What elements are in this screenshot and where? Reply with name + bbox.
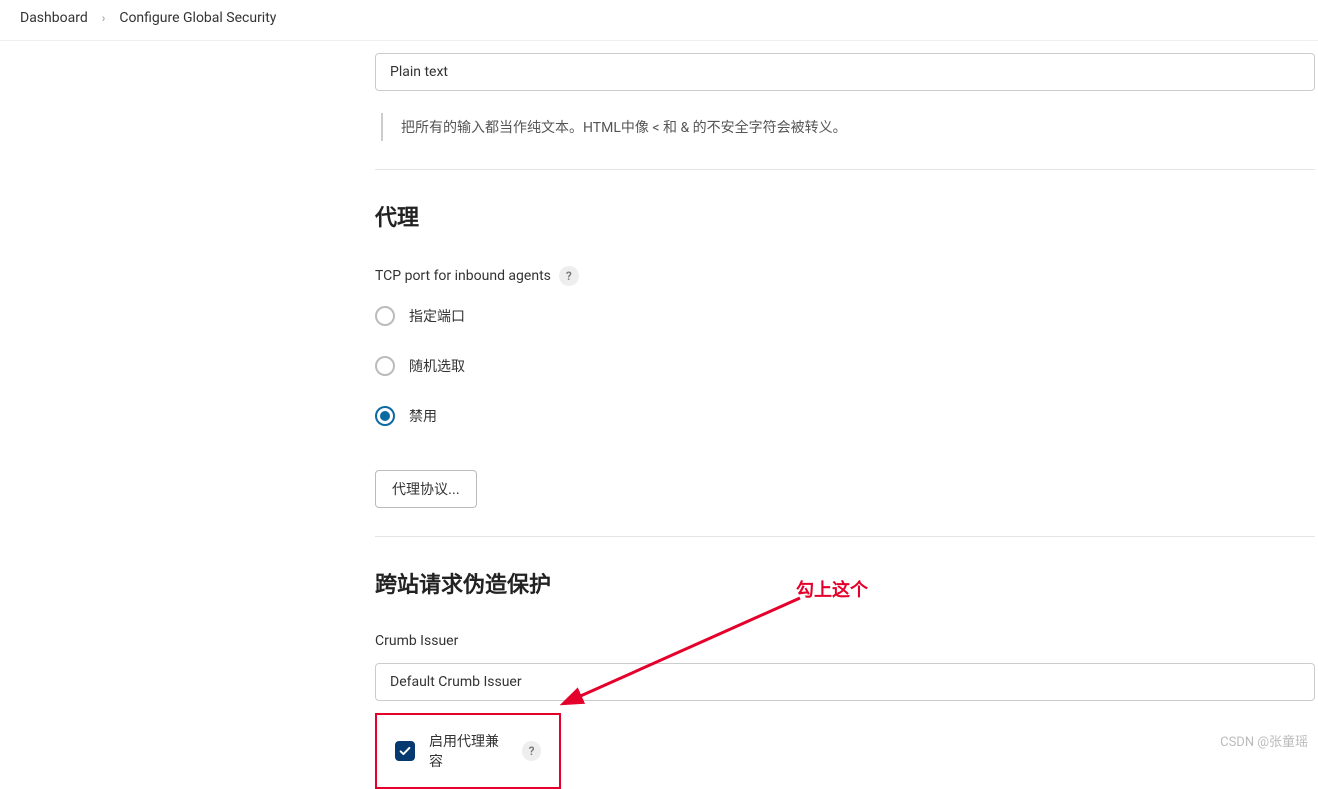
proxy-compat-label: 启用代理兼容 [429,731,508,771]
radio-icon [375,306,395,326]
tcp-port-label-text: TCP port for inbound agents [375,268,551,284]
breadcrumb-dashboard[interactable]: Dashboard [20,10,88,26]
radio-icon [375,406,395,426]
radio-disabled-port[interactable]: 禁用 [375,406,1318,426]
crumb-issuer-select[interactable]: Default Crumb Issuer [375,663,1315,701]
markup-formatter-help: 把所有的输入都当作纯文本。HTML中像 < 和 & 的不安全字符会被转义。 [381,113,1301,141]
markup-formatter-select[interactable]: Plain text [375,53,1315,91]
agents-section-title: 代理 [375,200,1318,232]
radio-label: 指定端口 [409,306,465,326]
proxy-compat-row[interactable]: 启用代理兼容 ? [377,715,559,787]
agent-protocol-button[interactable]: 代理协议... [375,470,477,508]
radio-fixed-port[interactable]: 指定端口 [375,306,1318,326]
proxy-compat-checkbox[interactable] [395,741,415,761]
divider [375,169,1315,170]
radio-icon [375,356,395,376]
divider [375,536,1315,537]
help-icon[interactable]: ? [522,741,541,761]
crumb-issuer-label: Crumb Issuer [375,633,1318,649]
radio-label: 禁用 [409,406,437,426]
breadcrumb: Dashboard › Configure Global Security [0,0,1318,41]
tcp-port-label: TCP port for inbound agents ? [375,266,579,286]
chevron-right-icon: › [102,11,106,25]
annotation-highlight-box: 启用代理兼容 ? [375,713,561,789]
radio-label: 随机选取 [409,356,465,376]
main-content: Plain text 把所有的输入都当作纯文本。HTML中像 < 和 & 的不安… [375,41,1318,789]
radio-random-port[interactable]: 随机选取 [375,356,1318,376]
breadcrumb-current[interactable]: Configure Global Security [119,10,276,26]
annotation-text: 勾上这个 [796,576,868,602]
help-icon[interactable]: ? [559,266,579,286]
watermark: CSDN @张童瑶 [1220,731,1308,750]
